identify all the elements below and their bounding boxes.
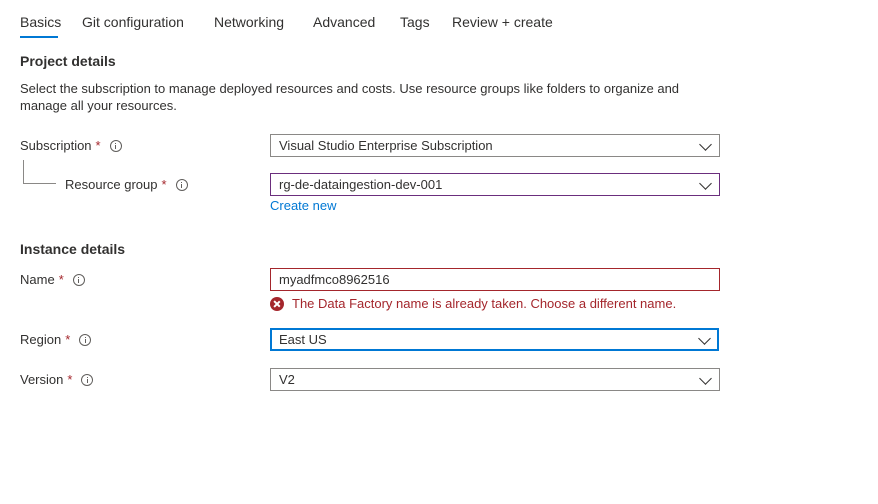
subscription-label-text: Subscription bbox=[20, 138, 92, 153]
region-label: Region * bbox=[20, 331, 92, 348]
required-marker: * bbox=[67, 372, 73, 387]
tab-networking[interactable]: Networking bbox=[214, 13, 284, 31]
region-label-text: Region bbox=[20, 332, 62, 347]
region-dropdown[interactable]: East US bbox=[270, 328, 719, 351]
name-value: myadfmco8962516 bbox=[279, 272, 390, 287]
tree-connector-vertical bbox=[23, 160, 24, 183]
name-input[interactable]: myadfmco8962516 bbox=[270, 268, 720, 291]
create-data-factory-page: Basics Git configuration Networking Adva… bbox=[0, 0, 878, 504]
version-label-text: Version bbox=[20, 372, 64, 387]
project-details-description: Select the subscription to manage deploy… bbox=[20, 81, 680, 113]
info-icon[interactable] bbox=[79, 333, 92, 346]
subscription-label: Subscription * bbox=[20, 137, 122, 154]
tab-basics[interactable]: Basics bbox=[20, 13, 61, 31]
required-marker: * bbox=[58, 272, 64, 287]
chevron-down-icon bbox=[699, 177, 712, 190]
tree-connector-horizontal bbox=[23, 183, 56, 184]
info-icon[interactable] bbox=[175, 178, 188, 191]
error-icon bbox=[270, 296, 284, 311]
version-label: Version * bbox=[20, 371, 94, 388]
info-icon[interactable] bbox=[109, 139, 122, 152]
instance-details-heading: Instance details bbox=[20, 241, 126, 257]
chevron-down-icon bbox=[699, 372, 712, 385]
resource-group-label-text: Resource group bbox=[65, 177, 158, 192]
project-details-heading: Project details bbox=[20, 53, 116, 69]
info-icon[interactable] bbox=[81, 373, 94, 386]
tab-tags[interactable]: Tags bbox=[400, 13, 430, 31]
name-error-message: The Data Factory name is already taken. … bbox=[270, 296, 676, 311]
tab-advanced[interactable]: Advanced bbox=[313, 13, 375, 31]
required-marker: * bbox=[95, 138, 101, 153]
create-new-link[interactable]: Create new bbox=[270, 198, 336, 213]
chevron-down-icon bbox=[699, 138, 712, 151]
chevron-down-icon bbox=[698, 332, 711, 345]
region-value: East US bbox=[279, 332, 327, 347]
subscription-dropdown[interactable]: Visual Studio Enterprise Subscription bbox=[270, 134, 720, 157]
required-marker: * bbox=[65, 332, 71, 347]
version-value: V2 bbox=[279, 372, 295, 387]
resource-group-value: rg-de-dataingestion-dev-001 bbox=[279, 177, 443, 192]
resource-group-label: Resource group * bbox=[65, 176, 188, 193]
name-error-text: The Data Factory name is already taken. … bbox=[292, 296, 677, 311]
name-label: Name * bbox=[20, 271, 85, 288]
required-marker: * bbox=[161, 177, 167, 192]
subscription-value: Visual Studio Enterprise Subscription bbox=[279, 138, 493, 153]
tab-review-create[interactable]: Review + create bbox=[452, 13, 553, 31]
info-icon[interactable] bbox=[72, 273, 85, 286]
active-tab-indicator bbox=[20, 36, 58, 38]
name-label-text: Name bbox=[20, 272, 55, 287]
version-dropdown[interactable]: V2 bbox=[270, 368, 720, 391]
tab-git-configuration[interactable]: Git configuration bbox=[82, 13, 184, 31]
resource-group-dropdown[interactable]: rg-de-dataingestion-dev-001 bbox=[270, 173, 720, 196]
